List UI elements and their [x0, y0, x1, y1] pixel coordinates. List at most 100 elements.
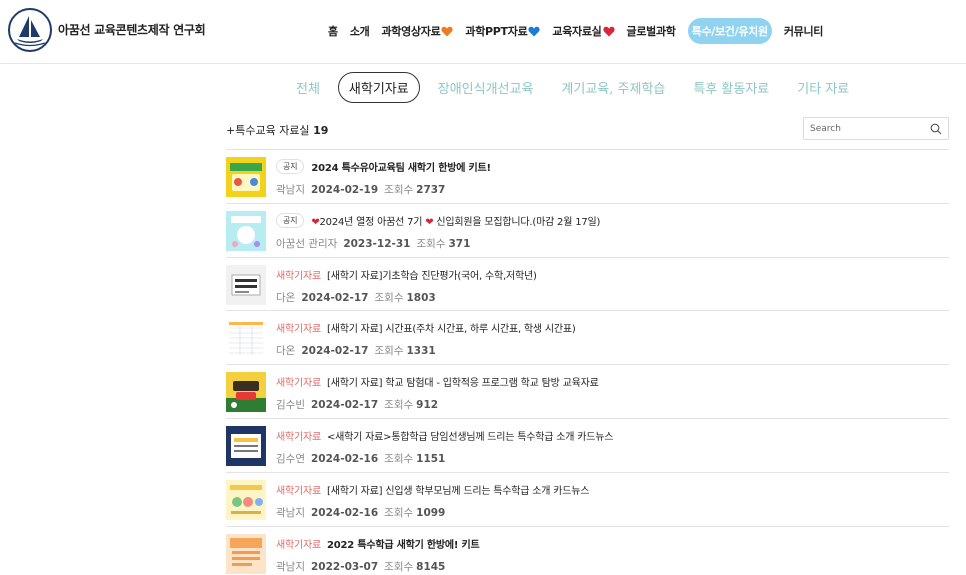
- post-thumbnail[interactable]: [226, 157, 266, 197]
- tab-1[interactable]: 새학기자료: [337, 71, 420, 103]
- post-row[interactable]: 새학기자료 [새학기 자료] 학교 탐험대 - 입학적응 프로그램 학교 탐방 교…: [226, 364, 949, 418]
- post-title-line[interactable]: 새학기자료 2022 특수학급 새학기 한방에! 키트: [276, 536, 480, 551]
- post-category: 새학기자료: [276, 485, 321, 497]
- nav-item-5[interactable]: 글로벌과학: [627, 23, 676, 39]
- post-meta: 다온 2024-02-17 조회수 1331: [276, 343, 442, 358]
- tab-5[interactable]: 기타 자료: [797, 78, 849, 97]
- post-thumbnail[interactable]: [226, 210, 266, 251]
- site-header: 아꿈선 교육콘텐츠제작 연구회 홈 소개 과학영상자료 과학PPT자료 교육자료실 글로벌…: [0, 0, 966, 64]
- nav-item-label: 소개: [349, 25, 370, 38]
- site-name[interactable]: 아꿈선 교육콘텐츠제작 연구회: [58, 21, 206, 38]
- nav-item-1[interactable]: 소개: [350, 23, 370, 39]
- post-row[interactable]: 새학기자료 [새학기 자료] 신입생 학부모님께 드리는 특수학급 소개 카드뉴스…: [226, 471, 949, 526]
- post-author: 아꿈선 관리자: [276, 237, 338, 250]
- tab-3[interactable]: 계기교육, 주제학습: [561, 78, 665, 97]
- post-title[interactable]: 2024 특수유아교육팀 새학기 한방에 키트!: [311, 159, 491, 174]
- post-date: 2023-12-31: [343, 237, 411, 250]
- nav-item-label: 교육자료실: [552, 25, 602, 38]
- thumbnail-image-icon: [226, 210, 266, 251]
- post-meta: 김수연 2024-02-16 조회수 1151: [276, 451, 451, 466]
- post-category: 새학기자료: [276, 324, 321, 336]
- post-title-line[interactable]: 새학기자료 [새학기 자료] 시간표(주차 시간표, 하루 시간표, 학생 시간표…: [276, 320, 576, 335]
- post-title[interactable]: <새학기 자료>통합학급 담임선생님께 드리는 특수학급 소개 카드뉴스: [327, 428, 613, 443]
- post-thumbnail[interactable]: [226, 318, 266, 359]
- post-title-line[interactable]: 공지 2024 특수유아교육팀 새학기 한방에 키트!: [276, 159, 491, 174]
- nav-item-4[interactable]: 교육자료실: [552, 23, 615, 39]
- post-title-line[interactable]: 새학기자료 [새학기 자료]기초학습 진단평가(국어, 수학,저학년): [276, 267, 537, 282]
- post-views: 1151: [416, 452, 446, 465]
- post-views-label: 조회수: [384, 452, 414, 465]
- tab-2[interactable]: 장애인식개선교육: [438, 78, 534, 97]
- site-logo[interactable]: [8, 8, 52, 52]
- nav-item-label: 커뮤니티: [783, 25, 824, 38]
- post-row[interactable]: 새학기자료 <새학기 자료>통합학급 담임선생님께 드리는 특수학급 소개 카드뉴…: [226, 417, 949, 472]
- post-title[interactable]: [새학기 자료] 학교 탐험대 - 입학적응 프로그램 학교 탐방 교육자료: [327, 374, 599, 389]
- post-views-label: 조회수: [374, 291, 404, 304]
- search-icon[interactable]: [930, 123, 942, 135]
- thumbnail-image-icon: [226, 157, 266, 197]
- post-meta: 곽남지 2024-02-16 조회수 1099: [276, 505, 451, 520]
- post-meta: 곽남지 2024-02-19 조회수 2737: [276, 182, 451, 197]
- post-views: 1099: [416, 506, 446, 519]
- post-views: 371: [448, 237, 471, 250]
- post-thumbnail[interactable]: [226, 533, 266, 574]
- blue-heart-icon: [528, 26, 540, 36]
- post-meta: 김수빈 2024-02-17 조회수 912: [276, 397, 444, 412]
- category-tabs: 전체 새학기자료 장애인식개선교육 계기교육, 주제학습 특후 활동자료 기타 자료: [296, 71, 849, 103]
- board-post-count: 19: [313, 124, 329, 137]
- board-title: +특수교육 자료실 19: [226, 122, 328, 138]
- tab-0[interactable]: 전체: [296, 78, 320, 97]
- orange-heart-icon: [441, 26, 453, 36]
- nav-item-6[interactable]: 특수/보건/유치원: [687, 18, 772, 44]
- nav-item-0[interactable]: 홈: [328, 23, 338, 39]
- post-author: 김수빈: [276, 399, 305, 412]
- post-row[interactable]: 새학기자료 [새학기 자료]기초학습 진단평가(국어, 수학,저학년) 다온 2024…: [226, 256, 949, 311]
- post-views: 912: [416, 399, 439, 412]
- post-row[interactable]: 공지 2024 특수유아교육팀 새학기 한방에 키트! 곽남지 2024-02-19 조…: [226, 149, 949, 203]
- thumbnail-image-icon: [226, 264, 266, 305]
- post-row[interactable]: 공지 ❤2024년 열정 아꿈선 7기 ❤ 신입회원을 모집합니다.(마감 2월 …: [226, 202, 949, 257]
- post-thumbnail[interactable]: [226, 264, 266, 305]
- post-category: 새학기자료: [276, 270, 321, 282]
- post-date: 2024-02-17: [301, 291, 369, 304]
- post-title-line[interactable]: 새학기자료 [새학기 자료] 학교 탐험대 - 입학적응 프로그램 학교 탐방 교…: [276, 374, 599, 389]
- post-title[interactable]: [새학기 자료]기초학습 진단평가(국어, 수학,저학년): [327, 267, 537, 282]
- board-title-text: +특수교육 자료실: [226, 124, 310, 137]
- post-author: 곽남지: [276, 506, 305, 519]
- post-author: 다온: [276, 345, 296, 358]
- post-thumbnail[interactable]: [226, 372, 266, 413]
- post-title-line[interactable]: 공지 ❤2024년 열정 아꿈선 7기 ❤ 신입회원을 모집합니다.(마감 2월 …: [276, 212, 600, 228]
- post-views: 1331: [406, 345, 436, 358]
- post-date: 2024-02-19: [310, 184, 379, 196]
- post-date: 2024-02-16: [310, 506, 379, 519]
- post-author: 곽남지: [276, 560, 305, 573]
- nav-item-7[interactable]: 커뮤니티: [783, 23, 824, 39]
- sailboat-logo-icon: [11, 11, 49, 49]
- post-thumbnail[interactable]: [226, 479, 266, 520]
- nav-item-2[interactable]: 과학영상자료: [381, 23, 453, 39]
- tab-4[interactable]: 특후 활동자료: [693, 78, 769, 97]
- post-views-label: 조회수: [384, 184, 414, 196]
- post-title[interactable]: [새학기 자료] 신입생 학부모님께 드리는 특수학급 소개 카드뉴스: [327, 482, 589, 497]
- post-title[interactable]: ❤2024년 열정 아꿈선 7기 ❤ 신입회원을 모집합니다.(마감 2월 17…: [311, 213, 600, 228]
- post-category: 새학기자료: [276, 378, 321, 390]
- nav-item-label: 홈: [328, 25, 338, 38]
- post-title-line[interactable]: 새학기자료 [새학기 자료] 신입생 학부모님께 드리는 특수학급 소개 카드뉴스: [276, 482, 589, 497]
- thumbnail-image-icon: [226, 318, 266, 359]
- post-thumbnail[interactable]: [226, 425, 266, 466]
- post-title[interactable]: 2022 특수학급 새학기 한방에! 키트: [327, 536, 480, 551]
- post-title[interactable]: [새학기 자료] 시간표(주차 시간표, 하루 시간표, 학생 시간표): [327, 320, 576, 335]
- post-views-label: 조회수: [384, 506, 414, 519]
- post-row[interactable]: 새학기자료 2022 특수학급 새학기 한방에! 키트곽남지 2022-03-07 조…: [226, 525, 949, 575]
- post-category: 새학기자료: [276, 431, 321, 443]
- post-author: 김수연: [276, 452, 305, 465]
- post-row[interactable]: 새학기자료 [새학기 자료] 시간표(주차 시간표, 하루 시간표, 학생 시간표…: [226, 310, 949, 364]
- search-input[interactable]: [810, 121, 925, 136]
- post-meta: 곽남지 2022-03-07 조회수 8145: [276, 559, 451, 574]
- post-views: 8145: [416, 560, 446, 573]
- post-views: 1803: [406, 291, 436, 304]
- post-meta: 다온 2024-02-17 조회수 1803: [276, 290, 442, 305]
- nav-item-3[interactable]: 과학PPT자료: [465, 23, 540, 39]
- nav-item-label: 특수/보건/유치원: [691, 25, 768, 38]
- post-title-line[interactable]: 새학기자료 <새학기 자료>통합학급 담임선생님께 드리는 특수학급 소개 카드뉴…: [276, 428, 613, 443]
